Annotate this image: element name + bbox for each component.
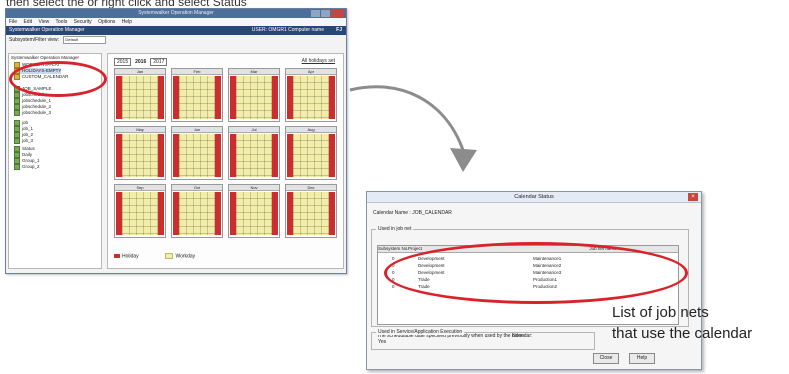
caption-line: List of job nets bbox=[612, 304, 709, 321]
dialog-title: Calendar Status bbox=[514, 194, 554, 200]
col-subsystem[interactable]: Subsystem No. bbox=[378, 246, 409, 253]
calendar-name-label: Calendar Name : bbox=[373, 210, 411, 216]
calendar-name-row: Calendar Name : JOB_CALENDAR bbox=[373, 210, 452, 216]
dialog-close-button[interactable]: × bbox=[688, 193, 698, 201]
service-value: Yes bbox=[378, 339, 387, 345]
calendar-name-value: JOB_CALENDAR bbox=[412, 210, 452, 216]
service-group: Used in Service/Application Execution Ye… bbox=[371, 329, 595, 350]
dialog-title-bar: Calendar Status × bbox=[367, 192, 701, 203]
group-label: Used in Service/Application Execution bbox=[376, 329, 465, 335]
close-button[interactable]: Close bbox=[593, 353, 619, 364]
highlight-ellipse-jobnets bbox=[384, 242, 688, 304]
group-label: Used in job net bbox=[376, 226, 414, 232]
help-button[interactable]: Help bbox=[629, 353, 655, 364]
caption-line: that use the calendar bbox=[612, 325, 753, 342]
callout-caption: List of job nets that use the calendar bbox=[612, 302, 752, 344]
cell-subsystem: 0 bbox=[392, 284, 395, 289]
